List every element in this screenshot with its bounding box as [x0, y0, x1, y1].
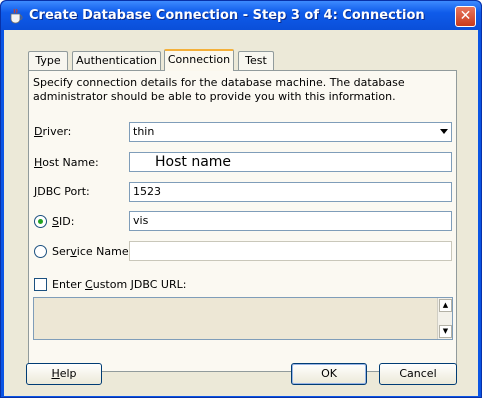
intro-text: Specify connection details for the datab…: [33, 76, 405, 103]
host-name-input[interactable]: Host name: [129, 152, 452, 172]
driver-select[interactable]: thin: [129, 122, 452, 142]
tab-label: Connection: [167, 53, 231, 66]
create-database-connection-dialog: Create Database Connection - Step 3 of 4…: [0, 0, 482, 398]
custom-jdbc-url-textarea[interactable]: ▲ ▼: [33, 297, 453, 340]
driver-value: thin: [133, 125, 155, 138]
help-button[interactable]: Help: [26, 363, 102, 385]
close-button[interactable]: ✕: [455, 6, 476, 27]
tab-label: Test: [245, 54, 267, 67]
tab-type[interactable]: Type: [28, 51, 68, 70]
tab-label: Authentication: [76, 54, 157, 67]
chevron-down-icon: [440, 129, 448, 134]
custom-jdbc-url-checkbox[interactable]: [34, 278, 47, 291]
tab-authentication[interactable]: Authentication: [72, 51, 161, 70]
tab-label: Type: [35, 54, 61, 67]
sid-radio[interactable]: [34, 215, 47, 228]
title-bar[interactable]: Create Database Connection - Step 3 of 4…: [1, 1, 481, 30]
sid-label[interactable]: SID:: [52, 215, 74, 228]
jdbc-port-label: JDBC Port:: [34, 185, 90, 198]
service-name-label[interactable]: Service Name:: [52, 245, 132, 258]
service-name-radio[interactable]: [34, 245, 47, 258]
driver-label: Driver:: [34, 125, 72, 138]
scroll-down-icon[interactable]: ▼: [439, 325, 452, 338]
connection-panel: Specify connection details for the datab…: [28, 70, 457, 372]
custom-jdbc-url-label[interactable]: Enter Custom JDBC URL:: [52, 278, 186, 291]
scroll-up-icon[interactable]: ▲: [439, 299, 452, 312]
scrollbar[interactable]: ▲ ▼: [437, 298, 452, 339]
database-cup-icon: [10, 8, 23, 24]
cancel-button[interactable]: Cancel: [379, 363, 457, 385]
ok-button[interactable]: OK: [291, 363, 367, 385]
host-name-label: Host Name:: [34, 156, 99, 169]
jdbc-port-input[interactable]: 1523: [129, 182, 452, 202]
dialog-body: Type Authentication Connection Test Spec…: [4, 30, 478, 396]
close-icon: ✕: [459, 8, 472, 24]
tab-test[interactable]: Test: [238, 51, 274, 70]
tab-connection[interactable]: Connection: [164, 49, 234, 71]
radio-selected-dot: [38, 219, 43, 224]
sid-input[interactable]: vis: [129, 211, 452, 231]
service-name-input[interactable]: [129, 241, 452, 261]
window-title: Create Database Connection - Step 3 of 4…: [29, 8, 425, 23]
